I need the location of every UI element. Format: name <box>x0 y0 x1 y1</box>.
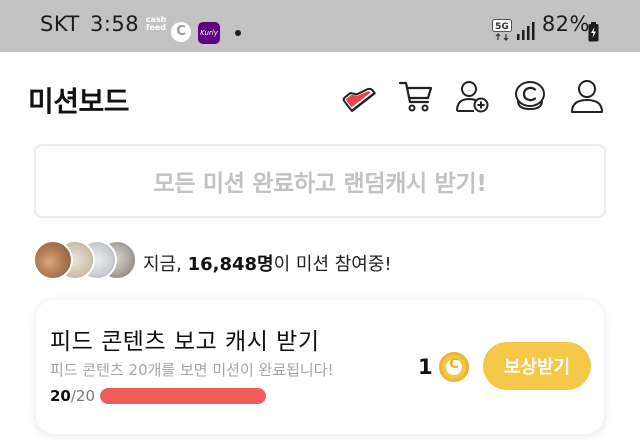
reward-amount: 1 <box>418 355 433 379</box>
page-title: 미션보드 <box>28 85 130 118</box>
mission-title: 피드 콘텐츠 보고 캐시 받기 <box>50 329 320 355</box>
profile-icon[interactable] <box>569 78 605 114</box>
battery-percentage: 82% <box>541 12 590 36</box>
cashfeed-notification-icon: cash feed <box>143 16 169 32</box>
sneaker-icon[interactable] <box>340 78 376 114</box>
status-bar: SKT 3:58 cash feed C Kurly 5G 82% <box>0 0 640 52</box>
progress-current: 20 <box>50 387 71 405</box>
banner-label: 모든 미션 완료하고 랜덤캐시 받기! <box>153 171 487 197</box>
progress-counter: 20/20 <box>50 387 95 405</box>
participants-suffix: 이 미션 참여중! <box>273 254 392 275</box>
kurly-notification-icon: Kurly <box>198 22 220 44</box>
claim-reward-button[interactable]: 보상받기 <box>483 342 591 390</box>
add-friend-icon[interactable] <box>454 78 490 114</box>
more-notifications-dot-icon <box>235 30 241 36</box>
participants-count: 16,848명 <box>187 254 274 275</box>
participants-prefix: 지금, <box>143 254 188 275</box>
clock: 3:58 <box>90 12 140 36</box>
participant-avatars <box>33 240 137 282</box>
cashfeed-line2: feed <box>145 23 167 32</box>
signal-strength-icon <box>517 22 535 40</box>
all-missions-reward-banner[interactable]: 모든 미션 완료하고 랜덤캐시 받기! <box>34 144 606 218</box>
progress-bar <box>100 388 266 404</box>
progress-total: /20 <box>70 387 96 405</box>
avatar <box>33 240 73 280</box>
network-5g-icon: 5G <box>492 19 512 41</box>
cart-icon[interactable] <box>398 78 434 114</box>
battery-charging-icon <box>588 22 599 42</box>
mission-description: 피드 콘텐츠 20개를 보면 미션이 완료됩니다! <box>50 361 334 379</box>
coin-symbol: C <box>449 357 459 372</box>
coin-c-icon[interactable] <box>512 78 548 114</box>
progress-bar-fill <box>100 388 266 404</box>
carrier-label: SKT <box>40 12 80 36</box>
participants-counter: 지금, 16,848명이 미션 참여중! <box>143 250 392 276</box>
c-app-notification-icon: C <box>171 22 191 42</box>
mission-card: 피드 콘텐츠 보고 캐시 받기 피드 콘텐츠 20개를 보면 미션이 완료됩니다… <box>36 300 604 434</box>
network-type-label: 5G <box>495 22 509 32</box>
